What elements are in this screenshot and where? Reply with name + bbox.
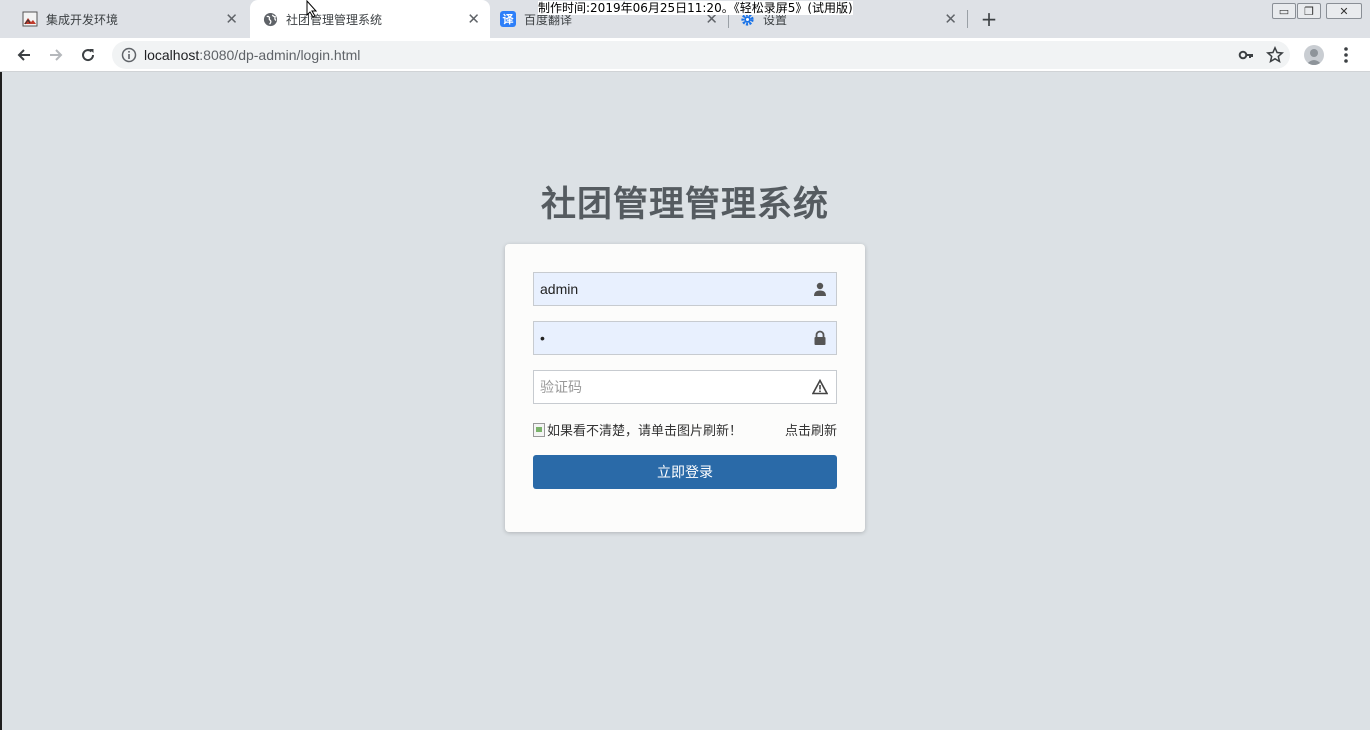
more-menu-icon[interactable] xyxy=(1338,45,1354,65)
address-bar[interactable]: localhost:8080/dp-admin/login.html xyxy=(112,41,1290,69)
username-field xyxy=(533,272,837,306)
image-favicon xyxy=(22,11,38,27)
reload-button[interactable] xyxy=(76,43,100,67)
password-field xyxy=(533,321,837,355)
recording-watermark: 制作时间:2019年06月25日11:20。《轻松录屏5》(试用版) xyxy=(538,1,853,15)
info-icon[interactable] xyxy=(121,47,137,63)
captcha-input[interactable] xyxy=(534,371,804,403)
refresh-captcha-link[interactable]: 点击刷新 xyxy=(785,420,837,439)
tab-ide[interactable]: 集成开发环境 ✕ xyxy=(0,0,248,38)
warning-icon xyxy=(812,379,828,395)
tab-club-system[interactable]: 社团管理管理系统 ✕ xyxy=(250,0,490,38)
password-input[interactable] xyxy=(534,322,804,354)
close-tab-icon[interactable]: ✕ xyxy=(944,11,957,27)
tab-title: 社团管理管理系统 xyxy=(286,12,383,27)
mouse-cursor-icon xyxy=(306,0,318,18)
star-icon[interactable] xyxy=(1266,46,1284,64)
minimize-button[interactable]: ▭ xyxy=(1272,3,1296,19)
captcha-image[interactable]: 如果看不清楚，请单击图片刷新！ xyxy=(533,420,742,439)
key-icon[interactable] xyxy=(1238,47,1254,63)
captcha-field xyxy=(533,370,837,404)
captcha-row: 如果看不清楚，请单击图片刷新！ 点击刷新 xyxy=(533,420,837,440)
login-button[interactable]: 立即登录 xyxy=(533,455,837,489)
captcha-alt-text: 如果看不清楚，请单击图片刷新！ xyxy=(547,424,743,439)
url-text[interactable]: localhost:8080/dp-admin/login.html xyxy=(144,47,360,63)
url-host: localhost xyxy=(144,47,200,63)
reload-icon xyxy=(82,49,95,62)
restore-button[interactable]: ❐ xyxy=(1297,3,1321,19)
lock-icon xyxy=(814,330,826,345)
forward-arrow-icon xyxy=(50,49,63,61)
back-arrow-icon xyxy=(17,49,30,61)
browser-toolbar: localhost:8080/dp-admin/login.html xyxy=(0,38,1370,72)
tab-title: 集成开发环境 xyxy=(46,12,119,27)
globe-icon xyxy=(262,11,278,27)
close-tab-icon[interactable]: ✕ xyxy=(225,11,238,27)
login-card: 如果看不清楚，请单击图片刷新！ 点击刷新 立即登录 xyxy=(505,244,865,532)
new-tab-button[interactable]: + xyxy=(978,7,1000,31)
back-button[interactable] xyxy=(12,43,36,67)
broken-image-icon xyxy=(533,422,545,437)
profile-avatar-icon[interactable] xyxy=(1304,45,1324,65)
user-icon xyxy=(814,282,826,296)
tab-separator xyxy=(967,10,968,28)
translate-icon: 译 xyxy=(500,11,516,27)
close-tab-icon[interactable]: ✕ xyxy=(467,11,480,27)
url-path: :8080/dp-admin/login.html xyxy=(199,47,361,63)
window-close-button[interactable]: ✕ xyxy=(1326,3,1362,19)
window-edge xyxy=(0,72,2,730)
username-input[interactable] xyxy=(534,273,804,305)
forward-button[interactable] xyxy=(44,43,68,67)
page-title: 社团管理管理系统 xyxy=(540,185,829,225)
